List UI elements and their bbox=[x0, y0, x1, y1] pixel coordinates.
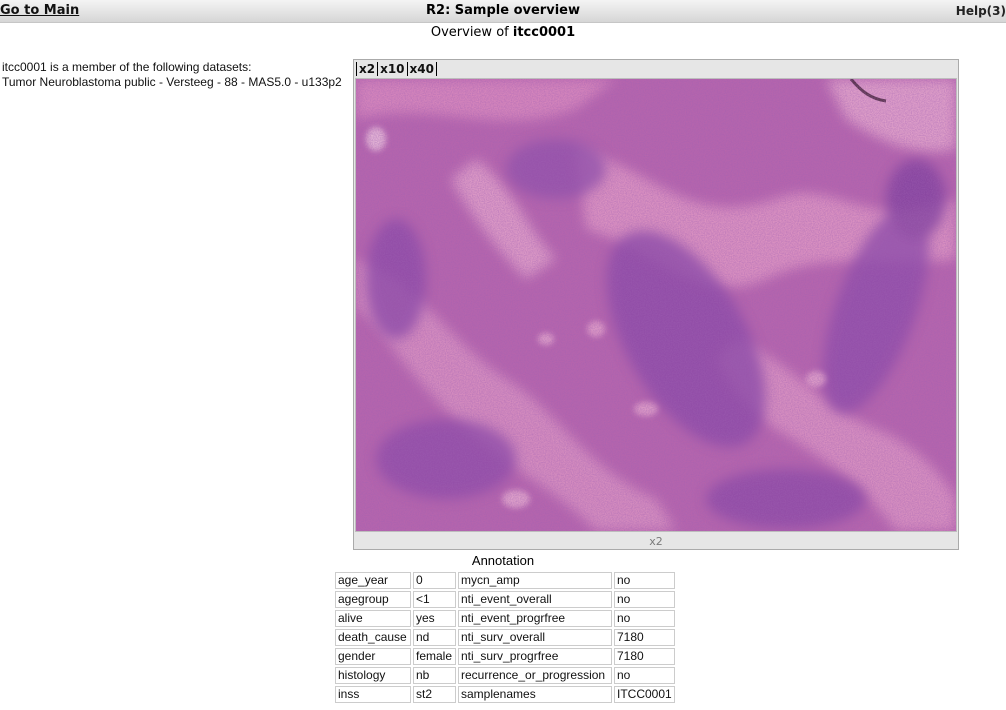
membership-intro: itcc0001 is a member of the following da… bbox=[2, 60, 252, 74]
annotation-key: agegroup bbox=[335, 591, 411, 608]
page-title: R2: Sample overview bbox=[426, 3, 580, 18]
annotation-key: samplenames bbox=[458, 686, 612, 703]
annotation-value: st2 bbox=[413, 686, 456, 703]
zoom-x10-button[interactable]: x10 bbox=[377, 62, 406, 76]
sample-id: itcc0001 bbox=[512, 25, 576, 40]
annotation-key: recurrence_or_progression bbox=[458, 667, 612, 684]
table-row: age_year 0 mycn_amp no bbox=[335, 572, 675, 589]
annotation-value: nb bbox=[413, 667, 456, 684]
annotation-key: death_cause bbox=[335, 629, 411, 646]
annotation-value: 7180 bbox=[614, 648, 675, 665]
zoom-toolbar: x2 x10 x40 bbox=[356, 61, 437, 77]
annotation-title: Annotation bbox=[471, 553, 535, 568]
annotation-value: nd bbox=[413, 629, 456, 646]
annotation-value: no bbox=[614, 572, 675, 589]
table-row: death_cause nd nti_surv_overall 7180 bbox=[335, 629, 675, 646]
annotation-key: inss bbox=[335, 686, 411, 703]
tissue-image[interactable] bbox=[355, 78, 957, 532]
annotation-value: no bbox=[614, 591, 675, 608]
table-row: gender female nti_surv_progrfree 7180 bbox=[335, 648, 675, 665]
annotation-value: no bbox=[614, 667, 675, 684]
annotation-key: age_year bbox=[335, 572, 411, 589]
image-viewer: x2 x10 x40 x2 bbox=[353, 59, 959, 550]
zoom-x40-button[interactable]: x40 bbox=[406, 62, 437, 76]
subtitle-prefix: Overview of bbox=[430, 25, 509, 40]
annotation-key: histology bbox=[335, 667, 411, 684]
help-link[interactable]: Help(3) bbox=[956, 4, 1006, 18]
annotation-value: no bbox=[614, 610, 675, 627]
annotation-value: 0 bbox=[413, 572, 456, 589]
zoom-x2-button[interactable]: x2 bbox=[356, 62, 377, 76]
table-row: agegroup <1 nti_event_overall no bbox=[335, 591, 675, 608]
annotation-key: nti_event_progrfree bbox=[458, 610, 612, 627]
table-row: inss st2 samplenames ITCC0001 bbox=[335, 686, 675, 703]
annotation-table: age_year 0 mycn_amp no agegroup <1 nti_e… bbox=[333, 570, 677, 705]
annotation-key: mycn_amp bbox=[458, 572, 612, 589]
annotation-value: female bbox=[413, 648, 456, 665]
dataset-membership: itcc0001 is a member of the following da… bbox=[2, 60, 342, 90]
annotation-value: <1 bbox=[413, 591, 456, 608]
table-row: alive yes nti_event_progrfree no bbox=[335, 610, 675, 627]
annotation-key: alive bbox=[335, 610, 411, 627]
annotation-key: nti_surv_overall bbox=[458, 629, 612, 646]
go-to-main-link[interactable]: Go to Main bbox=[0, 3, 79, 18]
table-row: histology nb recurrence_or_progression n… bbox=[335, 667, 675, 684]
annotation-value: 7180 bbox=[614, 629, 675, 646]
dataset-link[interactable]: Tumor Neuroblastoma public - Versteeg - … bbox=[2, 75, 342, 90]
annotation-value: ITCC0001 bbox=[614, 686, 675, 703]
page-subtitle: Overview of itcc0001 bbox=[0, 25, 1006, 40]
annotation-key: nti_surv_progrfree bbox=[458, 648, 612, 665]
zoom-indicator: x2 bbox=[649, 535, 663, 548]
annotation-value: yes bbox=[413, 610, 456, 627]
annotation-key: nti_event_overall bbox=[458, 591, 612, 608]
top-bar: Go to Main R2: Sample overview Help(3) bbox=[0, 0, 1006, 23]
tissue-image-render bbox=[356, 79, 956, 531]
annotation-key: gender bbox=[335, 648, 411, 665]
